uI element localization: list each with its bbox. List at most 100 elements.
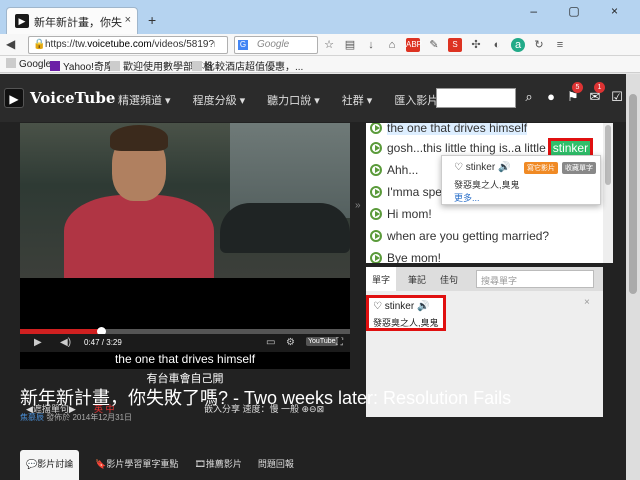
vocab-search-input[interactable]: 搜尋單字 xyxy=(476,270,594,288)
yahoo-bookmark-icon xyxy=(50,61,60,71)
transcript-line[interactable]: I'mma spe xyxy=(370,183,442,201)
panel-toggle-icon[interactable]: » xyxy=(355,200,361,211)
line-play-icon[interactable] xyxy=(370,208,382,220)
video-player[interactable]: ▶ ◀) 0:47 / 3:29 ▭ ⚙ YouTube ⛶ the one t… xyxy=(20,123,350,414)
star-icon[interactable]: ☆ xyxy=(322,38,336,52)
window-controls[interactable]: – ▢ × xyxy=(530,4,632,18)
tab-sentences[interactable]: 佳句 xyxy=(440,273,458,286)
address-bar[interactable]: 🔒 https://tw.voicetube.com/videos/5819?r… xyxy=(28,36,228,54)
popup-meaning: 發惡臭之人,臭鬼 xyxy=(454,180,520,190)
extension-icon[interactable]: ✎ xyxy=(427,38,441,52)
line-play-icon[interactable] xyxy=(370,186,382,198)
subtitle-english: the one that drives himself xyxy=(114,352,256,366)
play-icon[interactable]: ▶ xyxy=(34,337,42,348)
menu-community[interactable]: 社群 ▾ xyxy=(342,92,373,108)
color-icon[interactable]: ◐ xyxy=(490,38,504,52)
tab-discussion[interactable]: 💬影片討論 xyxy=(20,450,80,480)
search-icon[interactable]: ⌕ xyxy=(522,90,536,104)
settings-icon[interactable]: ⚙ xyxy=(286,337,295,348)
author-link[interactable]: 焦慕辰 xyxy=(20,413,44,422)
menu-featured-channels[interactable]: 精選頻道 ▾ xyxy=(118,92,171,108)
bookmark-hotel[interactable]: 比較酒店超值優惠，... xyxy=(192,58,303,73)
youtube-logo[interactable]: YouTube xyxy=(306,337,338,346)
addon-icon[interactable]: ✣ xyxy=(469,38,483,52)
site-search-input[interactable] xyxy=(436,88,516,108)
url-text: https://tw.voicetube.com/videos/5819?ref… xyxy=(45,39,215,50)
menu-listening-speaking[interactable]: 聽力口說 ▾ xyxy=(267,92,320,108)
tab-title: 新年新計畫，你失敗了嗎? ... xyxy=(34,17,122,29)
publish-info: 焦慕辰 發佈於 2014年12月31日 xyxy=(20,413,133,422)
line-play-icon[interactable] xyxy=(370,123,382,134)
tab-report[interactable]: 問題回報 xyxy=(258,450,294,470)
transcript-line[interactable]: the one that drives himself xyxy=(370,123,528,137)
brand-name: VoiceTube xyxy=(30,89,116,107)
popup-word[interactable]: ♡ stinker 🔊 xyxy=(454,162,510,173)
google-bookmark-icon xyxy=(6,58,16,68)
content-tabs: 💬影片討論 🔖影片學習單字重點 🎞推薦影片 問題回報 xyxy=(20,450,294,480)
menu-import-video[interactable]: 匯入影片 xyxy=(394,92,438,108)
page-scroll-thumb[interactable] xyxy=(629,94,637,294)
tab-close-icon[interactable]: × xyxy=(125,14,131,26)
transcript-scrollbar[interactable] xyxy=(603,123,613,263)
mail-badge: 1 xyxy=(594,82,605,93)
video-time: 0:47 / 3:29 xyxy=(84,338,122,347)
bookmarks-bar: Google Yahoo!奇摩 歡迎使用數學部落格 比較酒店超值優惠，... xyxy=(0,56,640,73)
menu-icon[interactable]: ≡ xyxy=(553,38,567,52)
voicetube-page: ▶ VoiceTube 精選頻道 ▾ 程度分級 ▾ 聽力口說 ▾ 社群 ▾ 匯入… xyxy=(0,74,640,480)
search-placeholder: Google xyxy=(257,39,290,50)
line-play-icon[interactable] xyxy=(370,230,382,242)
search-box[interactable]: G Google xyxy=(234,36,318,54)
mail-icon[interactable]: ✉ 1 xyxy=(588,82,605,104)
s-extension-icon[interactable]: S xyxy=(448,38,462,52)
clipboard-icon[interactable]: ▤ xyxy=(343,38,357,52)
tab-words[interactable]: 單字 xyxy=(366,267,397,291)
tab-key-vocab[interactable]: 🔖影片學習單字重點 xyxy=(95,450,178,470)
transcript-line[interactable]: Bye mom! xyxy=(370,249,441,263)
download-icon[interactable]: ↓ xyxy=(364,38,378,52)
video-background-car xyxy=(220,203,350,253)
line-play-icon[interactable] xyxy=(370,252,382,263)
home-icon[interactable]: ⌂ xyxy=(385,38,399,52)
video-person-hair xyxy=(110,125,168,151)
vocab-tabs: 單字 筆記 佳句 搜尋單字 xyxy=(366,267,603,291)
popup-tag-save[interactable]: 收藏單字 xyxy=(562,162,596,174)
fullscreen-icon[interactable]: ⛶ xyxy=(336,337,343,348)
saved-word: ♡ stinker 🔊 xyxy=(373,301,430,312)
flag-icon[interactable]: ⚑ 5 xyxy=(566,82,583,104)
close-icon[interactable]: × xyxy=(584,297,590,308)
page-scrollbar[interactable] xyxy=(626,74,640,480)
saved-word-card[interactable]: ♡ stinker 🔊 發惡臭之人,臭鬼 xyxy=(366,295,446,331)
tab-notes[interactable]: 筆記 xyxy=(408,273,426,286)
sync-icon[interactable]: ↻ xyxy=(532,38,546,52)
browser-tab[interactable]: ▶ 新年新計畫，你失敗了嗎? ... × xyxy=(6,7,138,34)
page-title: 新年新計畫，你失敗了嗎? - Two weeks later: Resoluti… xyxy=(20,388,512,408)
transcript-line[interactable]: Hi mom! xyxy=(370,205,432,223)
transcript-scroll-thumb[interactable] xyxy=(605,125,611,185)
user-icon[interactable]: ● xyxy=(544,90,558,104)
volume-icon[interactable]: ◀) xyxy=(60,337,71,348)
transcript-line[interactable]: when are you getting married? xyxy=(370,227,549,245)
tab-recommended[interactable]: 🎞推薦影片 xyxy=(194,450,241,470)
green-addon-icon[interactable]: a xyxy=(511,38,525,52)
popup-tag-write[interactable]: 寫它影片 xyxy=(524,162,558,174)
line-play-icon[interactable] xyxy=(370,142,382,154)
transcript-line[interactable]: Ahh... xyxy=(370,161,418,179)
captions-icon[interactable]: ▭ xyxy=(266,337,275,348)
popup-more-link[interactable]: 更多... xyxy=(454,191,480,204)
line-play-icon[interactable] xyxy=(370,164,382,176)
bookmark-google[interactable]: Google xyxy=(6,58,51,70)
header-icons: ⌕ ● ⚑ 5 ✉ 1 ☑ xyxy=(522,82,640,104)
subtitles: the one that drives himself 有台車會自己開 xyxy=(20,352,350,386)
word-popup: ♡ stinker 🔊 寫它影片 收藏單字 發惡臭之人,臭鬼 更多... xyxy=(441,155,601,205)
main-menu: 精選頻道 ▾ 程度分級 ▾ 聽力口說 ▾ 社群 ▾ 匯入影片 xyxy=(118,92,438,108)
back-icon[interactable]: ◀ xyxy=(6,37,15,51)
menu-level[interactable]: 程度分級 ▾ xyxy=(193,92,246,108)
browser-titlebar: ▶ 新年新計畫，你失敗了嗎? ... × + – ▢ × xyxy=(0,0,640,34)
new-tab-button[interactable]: + xyxy=(148,12,156,28)
video-frame[interactable] xyxy=(20,123,350,278)
adblock-icon[interactable]: ABP xyxy=(406,38,422,52)
checklist-icon[interactable]: ☑ xyxy=(610,90,624,104)
site-logo[interactable]: ▶ VoiceTube xyxy=(4,88,115,108)
toolbar-icons: ☆ ▤ ↓ ⌂ ABP ✎ S ✣ ◐ a ↻ ≡ xyxy=(322,36,567,54)
bookmark-yahoo[interactable]: Yahoo!奇摩 xyxy=(50,58,114,73)
